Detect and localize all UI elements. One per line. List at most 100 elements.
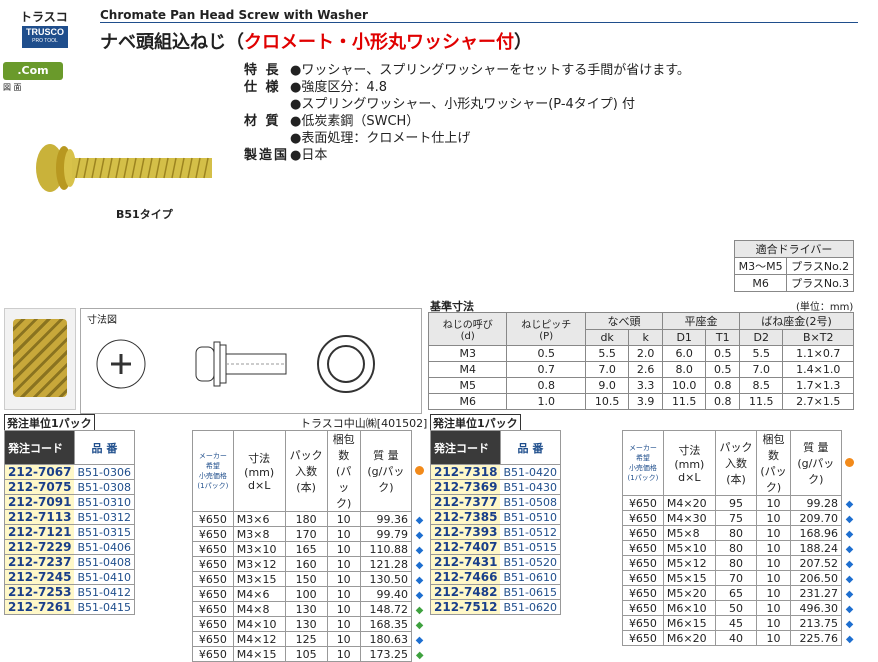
weight: 188.24: [789, 540, 842, 556]
box-count: 10: [326, 586, 361, 602]
order-code[interactable]: 212-7091: [4, 494, 75, 510]
table-row: ¥650 M4×8 130 10 148.72 ◆: [192, 601, 428, 617]
stock-diamond-icon: ◆: [415, 514, 424, 526]
order-code[interactable]: 212-7229: [4, 539, 75, 555]
pack-count: 125: [284, 631, 328, 647]
size: M6×10: [662, 600, 716, 616]
price: ¥650: [622, 615, 664, 631]
std-unit: (単位：mm): [796, 302, 854, 313]
part-number[interactable]: B51-0515: [500, 539, 561, 555]
table-row: 212-7229 B51-0406: [4, 539, 135, 555]
page-title: ナベ頭組込ねじ（クロメート・小形丸ワッシャー付）: [100, 32, 532, 53]
price: ¥650: [192, 646, 234, 662]
order-code[interactable]: 212-7431: [430, 554, 501, 570]
part-number[interactable]: B51-0308: [74, 479, 135, 495]
order-code-table-right: 発注コード品 番 212-7318 B51-0420 212-7369 B51-043…: [430, 430, 561, 615]
table-row: ¥650 M3×8 170 10 99.79 ◆: [192, 526, 428, 542]
weight: 207.52: [789, 555, 842, 571]
part-number[interactable]: B51-0420: [500, 464, 561, 480]
table-row: 212-7067 B51-0306: [4, 464, 135, 480]
table-row: M6 1.0 10.5 3.9 11.5 0.8 11.5 2.7×1.5: [427, 393, 854, 410]
table-row: ¥650 M3×6 180 10 99.36 ◆: [192, 511, 428, 527]
order-code[interactable]: 212-7121: [4, 524, 75, 540]
part-number[interactable]: B51-0508: [500, 494, 561, 510]
weight: 168.96: [789, 525, 842, 541]
part-number[interactable]: B51-0406: [74, 539, 135, 555]
table-row: ¥650 M3×15 150 10 130.50 ◆: [192, 571, 428, 587]
part-number[interactable]: B51-0430: [500, 479, 561, 495]
pack-count: 65: [714, 585, 758, 601]
pack-count: 100: [284, 586, 328, 602]
order-code[interactable]: 212-7261: [4, 599, 75, 615]
box-count: 10: [756, 615, 791, 631]
order-code[interactable]: 212-7482: [430, 584, 501, 600]
spec-list: 特 長 ●ワッシャー、スプリングワッシャーをセットする手間が省けます。 仕 様 ●強…: [244, 63, 690, 163]
weight: 213.75: [789, 615, 842, 631]
stock-diamond-icon: ◆: [845, 588, 854, 600]
size: M5×10: [662, 540, 716, 556]
part-number[interactable]: B51-0510: [500, 509, 561, 525]
table-row: ¥650 M4×12 125 10 180.63 ◆: [192, 631, 428, 647]
order-code[interactable]: 212-7512: [430, 599, 501, 615]
part-number[interactable]: B51-0408: [74, 554, 135, 570]
weight: 148.72: [359, 601, 412, 617]
figure-badge: 図 面: [3, 83, 22, 92]
part-number[interactable]: B51-0615: [500, 584, 561, 600]
order-code[interactable]: 212-7067: [4, 464, 75, 480]
price: ¥650: [622, 525, 664, 541]
order-code[interactable]: 212-7466: [430, 569, 501, 585]
order-code[interactable]: 212-7318: [430, 464, 501, 480]
part-number[interactable]: B51-0312: [74, 509, 135, 525]
box-count: 10: [756, 495, 791, 511]
table-row: 212-7369 B51-0430: [430, 479, 561, 495]
part-number[interactable]: B51-0310: [74, 494, 135, 510]
part-number[interactable]: B51-0410: [74, 569, 135, 585]
order-code[interactable]: 212-7407: [430, 539, 501, 555]
part-number[interactable]: B51-0610: [500, 569, 561, 585]
maker-label: トラスコ中山㈱[401502]: [300, 417, 428, 430]
part-number[interactable]: B51-0412: [74, 584, 135, 600]
order-code[interactable]: 212-7377: [430, 494, 501, 510]
size: M4×12: [232, 631, 286, 647]
price: ¥650: [192, 586, 234, 602]
size: M6×20: [662, 630, 716, 646]
table-row: ¥650 M4×6 100 10 99.40 ◆: [192, 586, 428, 602]
table-row: 212-7113 B51-0312: [4, 509, 135, 525]
order-code[interactable]: 212-7393: [430, 524, 501, 540]
price: ¥650: [622, 570, 664, 586]
order-code[interactable]: 212-7075: [4, 479, 75, 495]
part-number[interactable]: B51-0315: [74, 524, 135, 540]
part-number[interactable]: B51-0512: [500, 524, 561, 540]
stock-diamond-icon: ◆: [845, 573, 854, 585]
driver-table: 適合ドライバー M3〜M5 プラスNo.2 M6 プラスNo.3: [733, 240, 854, 292]
table-row: ¥650 M5×12 80 10 207.52 ◆: [622, 555, 858, 571]
table-row: 212-7466 B51-0610: [430, 569, 561, 585]
dotcom-badge[interactable]: .Com: [3, 62, 63, 80]
size: M3×12: [232, 556, 286, 572]
stock-diamond-icon: ◆: [845, 603, 854, 615]
order-code[interactable]: 212-7253: [4, 584, 75, 600]
order-code[interactable]: 212-7245: [4, 569, 75, 585]
part-number[interactable]: B51-0306: [74, 464, 135, 480]
box-count: 10: [326, 631, 361, 647]
order-code[interactable]: 212-7385: [430, 509, 501, 525]
stock-diamond-icon: ◆: [415, 634, 424, 646]
part-number[interactable]: B51-0520: [500, 554, 561, 570]
size: M3×10: [232, 541, 286, 557]
order-code[interactable]: 212-7113: [4, 509, 75, 525]
box-count: 10: [326, 616, 361, 632]
size: M3×15: [232, 571, 286, 587]
size: M6×15: [662, 615, 716, 631]
screw-image: [36, 144, 212, 192]
weight: 99.79: [359, 526, 412, 542]
part-number[interactable]: B51-0415: [74, 599, 135, 615]
pack-count: 165: [284, 541, 328, 557]
header-divider: [100, 22, 858, 23]
order-code[interactable]: 212-7237: [4, 554, 75, 570]
pack-count: 80: [714, 525, 758, 541]
box-count: 10: [756, 600, 791, 616]
table-row: 212-7121 B51-0315: [4, 524, 135, 540]
part-number[interactable]: B51-0620: [500, 599, 561, 615]
table-row: ¥650 M4×15 105 10 173.25 ◆: [192, 646, 428, 662]
order-code[interactable]: 212-7369: [430, 479, 501, 495]
